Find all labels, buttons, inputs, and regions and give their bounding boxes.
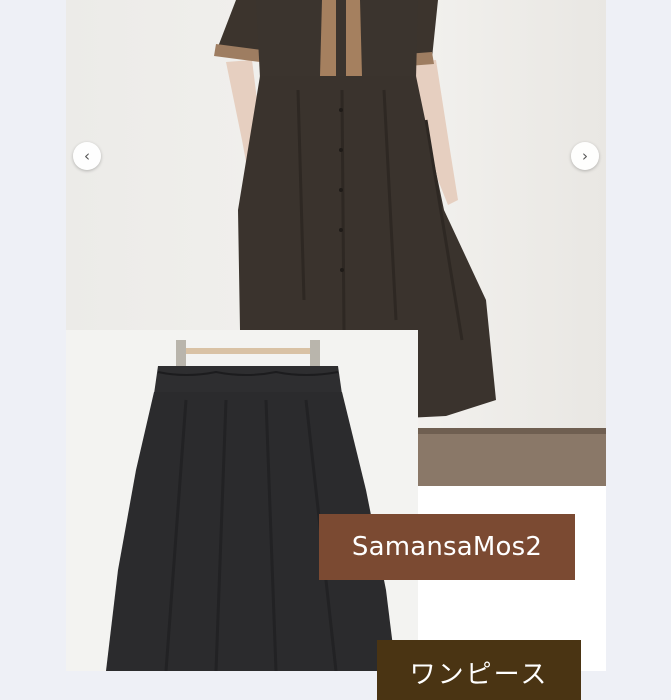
category-label-text: ワンピース [409,660,549,690]
skirt-photo [66,330,418,671]
chevron-left-icon: ‹ [84,147,90,165]
prev-image-button[interactable]: ‹ [73,142,101,170]
category-label: ワンピース [377,640,581,700]
chevron-right-icon: › [582,147,588,165]
next-image-button[interactable]: › [571,142,599,170]
skirt-illustration [106,340,396,671]
brand-label: SamansaMos2 [319,514,575,580]
brand-label-text: SamansaMos2 [351,532,543,562]
